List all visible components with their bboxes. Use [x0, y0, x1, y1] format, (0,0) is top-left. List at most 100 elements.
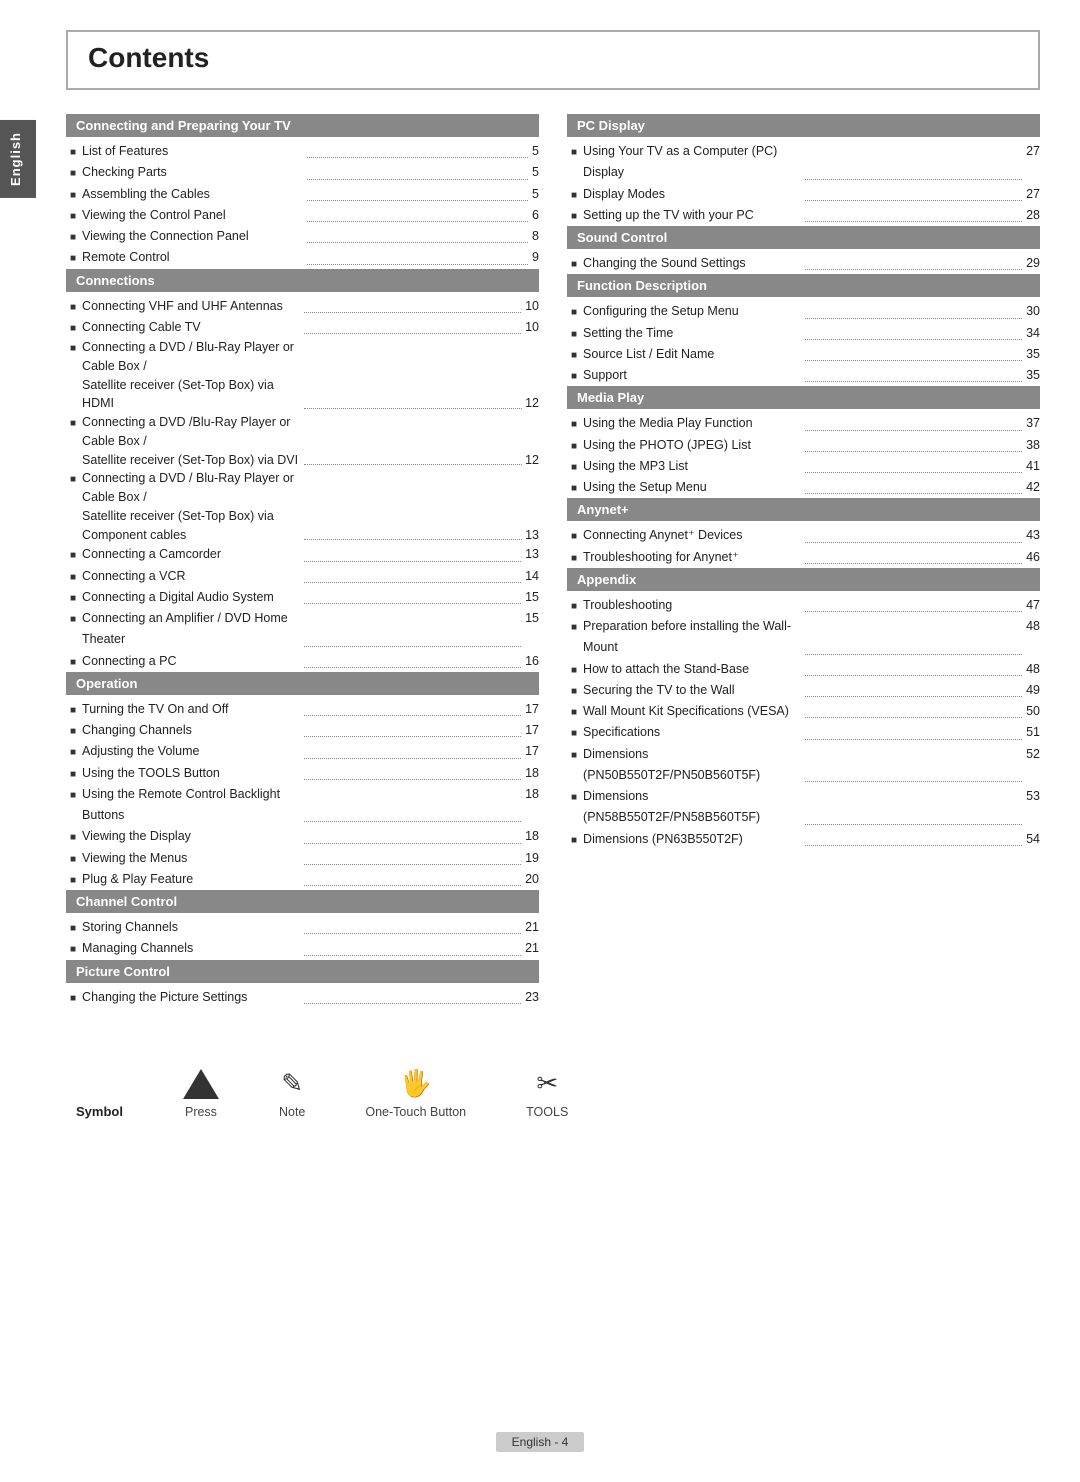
bullet-icon: ■	[571, 683, 577, 700]
page-title: Contents	[88, 42, 1018, 74]
footer-page: English - 4	[496, 1432, 585, 1452]
toc-page-number: 29	[1026, 253, 1040, 274]
bullet-icon: ■	[571, 438, 577, 455]
toc-item-label: Connecting a PC	[82, 651, 300, 672]
section-header: Picture Control	[66, 960, 539, 983]
toc-page-number: 27	[1026, 141, 1040, 162]
bullet-icon: ■	[70, 872, 76, 889]
toc-dots	[805, 824, 1023, 825]
toc-page-number: 5	[532, 162, 539, 183]
list-item: ■Viewing the Menus19	[66, 848, 539, 869]
list-item: ■Connecting a PC16	[66, 651, 539, 672]
toc-item-label: Managing Channels	[82, 938, 300, 959]
bullet-icon: ■	[571, 662, 577, 679]
toc-dots	[304, 646, 522, 647]
symbol-tools: ✂ TOOLS	[526, 1068, 568, 1119]
press-label: Press	[185, 1105, 217, 1119]
list-item: ■Plug & Play Feature20	[66, 869, 539, 890]
toc-section: Media Play■Using the Media Play Function…	[567, 386, 1040, 498]
list-item: ■Using the PHOTO (JPEG) List38	[567, 435, 1040, 456]
list-item: ■Viewing the Control Panel6	[66, 205, 539, 226]
toc-page-number: 43	[1026, 525, 1040, 546]
bullet-icon: ■	[571, 256, 577, 273]
toc-dots	[805, 654, 1023, 655]
toc-dots	[805, 781, 1023, 782]
toc-page-number: 49	[1026, 680, 1040, 701]
section-header: Appendix	[567, 568, 1040, 591]
toc-item-label: Connecting Cable TV	[82, 317, 300, 338]
list-item: ■Preparation before installing the Wall-…	[567, 616, 1040, 659]
bullet-icon: ■	[70, 941, 76, 958]
bullet-icon: ■	[571, 416, 577, 433]
toc-page-number: 16	[525, 651, 539, 672]
toc-page-number: 5	[532, 141, 539, 162]
toc-dots	[304, 864, 522, 865]
toc-dots	[805, 675, 1023, 676]
toc-dots	[805, 179, 1023, 180]
list-item: ■Configuring the Setup Menu30	[567, 301, 1040, 322]
toc-dots	[805, 493, 1023, 494]
toc-item-label: Assembling the Cables	[82, 184, 303, 205]
bullet-icon: ■	[571, 550, 577, 567]
toc-item-label: Connecting a Camcorder	[82, 544, 300, 565]
symbol-heading: Symbol	[76, 1104, 123, 1119]
toc-page-number: 10	[525, 296, 539, 317]
toc-page-number: 48	[1026, 659, 1040, 680]
tools-icon: ✂	[536, 1068, 558, 1099]
note-icon: ✎	[281, 1068, 303, 1099]
toc-dots	[304, 464, 522, 465]
toc-item-label: Using the TOOLS Button	[82, 763, 300, 784]
toc-dots	[805, 339, 1023, 340]
bullet-icon: ■	[70, 702, 76, 719]
toc-page-number: 47	[1026, 595, 1040, 616]
onetouch-icon: 🖐	[400, 1068, 432, 1099]
toc-page-number: 46	[1026, 547, 1040, 568]
toc-page-number: 54	[1026, 829, 1040, 850]
footer: English - 4	[0, 1432, 1080, 1452]
toc-page-number: 20	[525, 869, 539, 890]
list-item: ■Storing Channels21	[66, 917, 539, 938]
toc-page-number: 27	[1026, 184, 1040, 205]
toc-item-label: Connecting a DVD / Blu-Ray Player or Cab…	[82, 338, 300, 413]
symbols-section: Symbol Press ✎ Note 🖐 One-Touch Button ✂…	[66, 1068, 1040, 1119]
toc-dots	[307, 179, 528, 180]
list-item: ■Dimensions (PN50B550T2F/PN50B560T5F)52	[567, 744, 1040, 787]
toc-item-label: Source List / Edit Name	[583, 344, 801, 365]
toc-item-label: Viewing the Menus	[82, 848, 300, 869]
list-item: ■Turning the TV On and Off17	[66, 699, 539, 720]
bullet-icon: ■	[571, 208, 577, 225]
bullet-icon: ■	[70, 144, 76, 161]
section-header: Connections	[66, 269, 539, 292]
toc-item-label: Connecting a DVD /Blu-Ray Player or Cabl…	[82, 413, 300, 469]
list-item: ■Troubleshooting for Anynet⁺46	[567, 547, 1040, 568]
toc-dots	[805, 360, 1023, 361]
list-item: ■Checking Parts5	[66, 162, 539, 183]
toc-dots	[304, 667, 522, 668]
bullet-icon: ■	[70, 250, 76, 267]
toc-two-col: Connecting and Preparing Your TV■List of…	[66, 114, 1040, 1008]
section-header: Channel Control	[66, 890, 539, 913]
bullet-icon: ■	[571, 368, 577, 385]
toc-dots	[805, 381, 1023, 382]
toc-dots	[304, 843, 522, 844]
toc-item-label: Storing Channels	[82, 917, 300, 938]
section-header: Anynet+	[567, 498, 1040, 521]
bullet-icon: ■	[571, 747, 577, 764]
bullet-icon: ■	[70, 787, 76, 804]
list-item: ■Connecting VHF and UHF Antennas10	[66, 296, 539, 317]
bullet-icon: ■	[70, 341, 76, 356]
bullet-icon: ■	[70, 829, 76, 846]
bullet-icon: ■	[70, 590, 76, 607]
toc-page-number: 23	[525, 987, 539, 1008]
toc-item-label: Connecting a VCR	[82, 566, 300, 587]
toc-page-number: 52	[1026, 744, 1040, 765]
section-header: Media Play	[567, 386, 1040, 409]
list-item: ■Support35	[567, 365, 1040, 386]
toc-page-number: 35	[1026, 365, 1040, 386]
toc-section: PC Display■Using Your TV as a Computer (…	[567, 114, 1040, 226]
list-item: ■Connecting a Camcorder13	[66, 544, 539, 565]
toc-item-label: Checking Parts	[82, 162, 303, 183]
toc-dots	[304, 736, 522, 737]
toc-item-label: Using Your TV as a Computer (PC) Display	[583, 141, 801, 184]
bullet-icon: ■	[571, 725, 577, 742]
